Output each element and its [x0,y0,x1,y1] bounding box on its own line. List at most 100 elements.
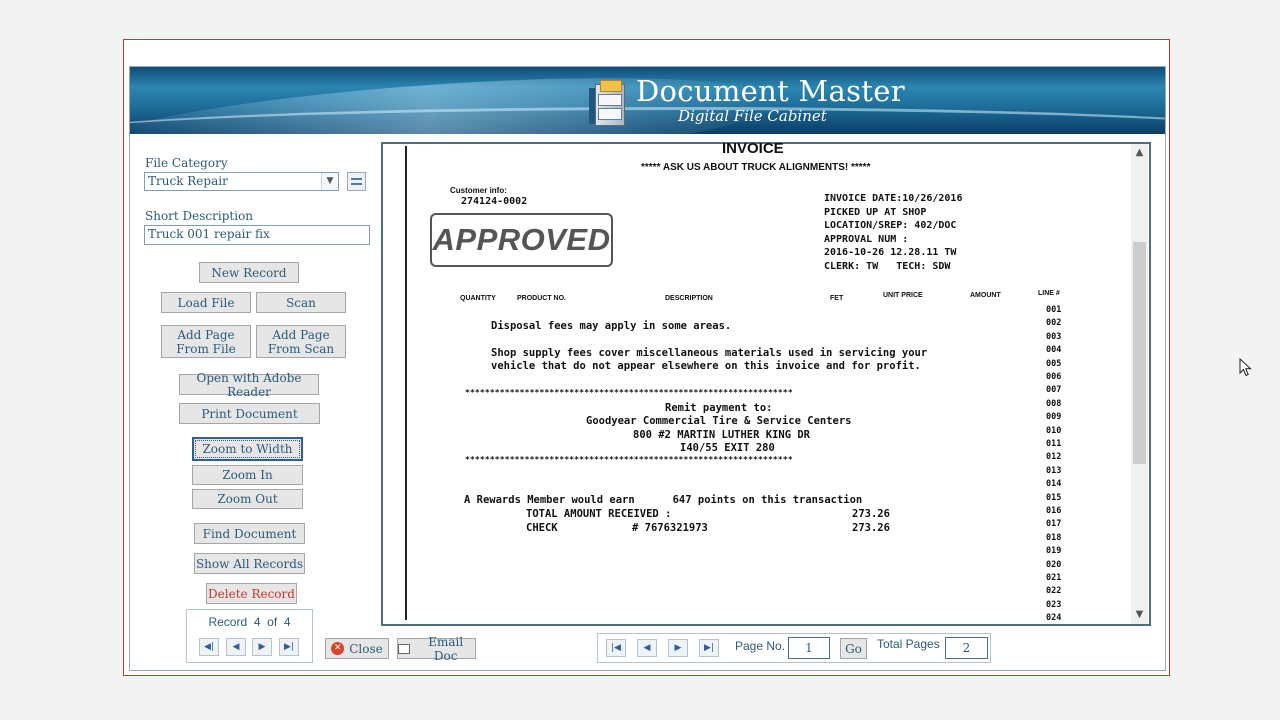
open-adobe-reader-button[interactable]: Open with Adobe Reader [179,371,319,399]
total-value: 273.26 [852,508,890,520]
email-doc-button[interactable]: Email Doc [397,635,476,663]
scan-button[interactable]: Scan [256,292,346,313]
total-label: TOTAL AMOUNT RECEIVED : [526,508,672,520]
stars-divider: ****************************************… [465,388,793,397]
zoom-out-button[interactable]: Zoom Out [192,489,303,509]
line-number: 011 [1046,439,1062,449]
line-number: 024 [1046,613,1062,621]
line-number: 016 [1046,506,1062,516]
line-number-column: 001 002 003 004 005 006 007 008 009 010 011 012 013 0… [1046,305,1076,621]
file-category-select[interactable]: Truck Repair ▼ [144,172,339,191]
invoice-line: APPROVAL NUM : [824,233,909,245]
short-description-label: Short Description [145,209,254,223]
scan-edge [405,146,407,620]
line-number: 004 [1046,345,1062,356]
chevron-down-icon[interactable]: ▼ [321,173,338,190]
first-page-icon[interactable]: |◀ [606,639,626,657]
next-record-icon[interactable]: ▶ [252,638,272,656]
check-value: 273.26 [852,522,890,534]
delete-record-button[interactable]: Delete Record [206,583,297,604]
total-pages-label: Total Pages [877,637,940,651]
body-line: vehicle that do not appear elsewhere on … [491,360,921,372]
check-label: CHECK [526,522,558,534]
invoice-line: CLERK: TW TECH: SDW [824,260,951,272]
body-line: Shop supply fees cover miscellaneous mat… [491,347,928,359]
line-number: 013 [1046,465,1062,476]
line-number: 003 [1046,331,1062,342]
prev-record-icon[interactable]: ◀ [226,638,246,656]
short-description-field[interactable]: Truck 001 repair fix [144,225,370,245]
invoice-line: INVOICE DATE:10/26/2016 [824,193,963,204]
first-record-icon[interactable]: ◀​| [199,638,219,656]
go-button[interactable]: Go [840,638,867,659]
line-number: 010 [1046,425,1062,436]
close-label: Close [349,641,383,656]
line-number: 008 [1046,398,1062,409]
find-document-button[interactable]: Find Document [194,523,305,544]
page-navigator: |◀ ◀ ▶ ▶| Page No. 1 Go Total Pages 2 [597,633,991,663]
col-header: LINE # [1038,290,1060,297]
record-of: of [267,615,278,629]
line-number: 018 [1046,532,1062,543]
body-line: Disposal fees may apply in some areas. [491,320,732,332]
col-header: FET [830,295,844,302]
line-number: 006 [1046,372,1062,382]
prev-page-icon[interactable]: ◀ [637,639,657,657]
last-page-icon[interactable]: ▶| [699,639,719,657]
line-number: 015 [1046,492,1062,503]
rewards-line: A Rewards Member would earn 647 points o… [464,494,863,506]
line-number: 007 [1046,385,1062,396]
approved-stamp: APPROVED [430,213,613,267]
close-button[interactable]: ✕ Close [325,638,389,659]
mouse-cursor-icon [1239,358,1252,377]
col-header: QUANTITY [460,295,496,302]
line-number: 009 [1046,412,1062,423]
file-category-label: File Category [145,156,228,170]
col-header: UNIT PRICE [883,292,923,299]
record-label: Record [208,615,248,629]
file-category-value: Truck Repair [148,174,228,188]
invoice-line: PICKED UP AT SHOP [824,206,927,218]
stars-divider: ****************************************… [465,455,793,464]
record-navigator: Record 4 of 4 ◀​| ◀ ▶ ▶| [186,609,313,663]
line-number: 002 [1046,318,1062,329]
load-file-button[interactable]: Load File [161,292,251,313]
page-no-field[interactable]: 1 [788,637,830,659]
scroll-up-icon[interactable]: ▲ [1133,147,1146,158]
record-current: 4 [253,615,261,629]
line-number: 005 [1046,358,1062,369]
file-cabinet-icon [587,80,627,126]
total-pages-field: 2 [945,637,988,659]
invoice-details: INVOICE DATE:10/26/2016 PICKED UP AT SHO… [824,192,962,273]
record-total: 4 [283,615,291,629]
check-number: # 7676321973 [632,522,708,534]
line-number: 023 [1046,599,1062,610]
line-number: 001 [1046,305,1062,315]
new-record-button[interactable]: New Record [199,262,299,283]
zoom-to-width-button[interactable]: Zoom to Width [192,437,303,461]
col-header: PRODUCT NO. [517,295,566,302]
record-counter: Record 4 of 4 [187,615,312,629]
line-number: 019 [1046,546,1062,557]
remit-line: Remit payment to: [665,402,773,414]
next-page-icon[interactable]: ▶ [668,639,688,657]
add-page-from-file-button[interactable]: Add Page From File [161,325,251,358]
list-icon [351,178,362,180]
print-document-button[interactable]: Print Document [179,403,320,424]
email-icon [398,643,411,654]
add-page-from-scan-button[interactable]: Add Page From Scan [256,325,346,358]
category-list-button[interactable] [347,172,366,191]
zoom-in-button[interactable]: Zoom In [192,465,303,485]
remit-line: 800 #2 MARTIN LUTHER KING DR [633,429,811,441]
viewer-scrollbar-thumb[interactable] [1133,242,1146,464]
last-record-icon[interactable]: ▶| [279,638,299,656]
col-header: DESCRIPTION [665,295,713,302]
scroll-down-icon[interactable]: ▼ [1133,609,1146,620]
line-number: 021 [1046,573,1062,583]
line-number: 022 [1046,586,1062,597]
show-all-records-button[interactable]: Show All Records [194,553,305,574]
remit-line: Goodyear Commercial Tire & Service Cente… [586,415,852,427]
close-x-icon: ✕ [331,642,345,655]
remit-line: I40/55 EXIT 280 [680,442,775,454]
line-number: 012 [1046,452,1062,463]
